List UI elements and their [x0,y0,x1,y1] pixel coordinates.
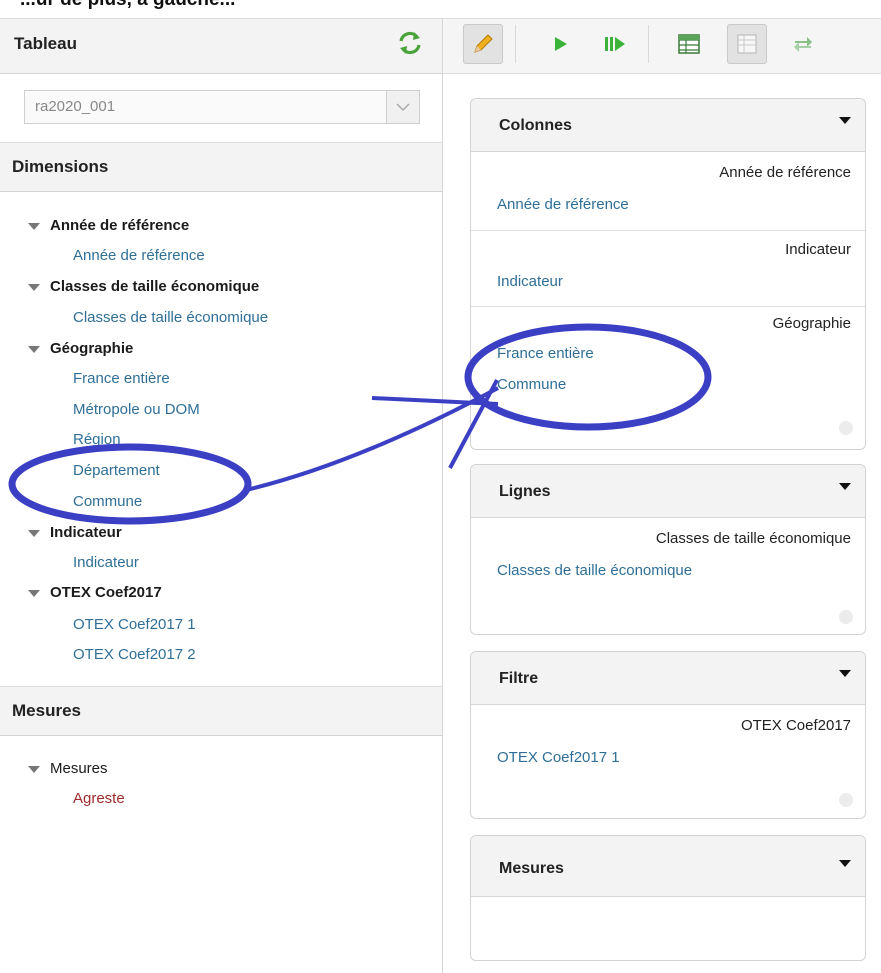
tree-group-label: Indicateur [50,524,122,541]
zone-item[interactable]: Année de référence Année de référence [471,152,865,231]
zone-header: Mesures [471,836,865,897]
spreadsheet-icon[interactable] [727,24,767,64]
zone-item-dimension: OTEX Coef2017 [740,717,851,734]
caret-down-icon[interactable] [839,117,851,124]
tree-group-annee[interactable]: Année de référence [28,217,189,234]
pencil-icon[interactable] [463,24,503,64]
zone-item-member[interactable]: Classes de taille économique [497,562,692,579]
zone-item[interactable]: Classes de taille économique Classes de … [471,518,865,634]
zone-colonnes[interactable]: Colonnes Année de référence Année de réf… [470,98,866,450]
tree-group-label: Géographie [50,340,134,357]
zone-item-member[interactable]: Année de référence [497,196,629,213]
tree-member[interactable]: Commune [73,493,142,510]
dimensions-header: Dimensions [0,142,442,192]
zone-item-member[interactable]: Indicateur [497,273,563,290]
table-icon[interactable] [669,24,709,64]
zone-lignes[interactable]: Lignes Classes de taille économique Clas… [470,464,866,635]
play-icon[interactable] [541,24,581,64]
tree-group-label: Mesures [50,760,108,777]
cropped-heading: ...ur de plus, a gauche... [20,0,235,11]
tree-group-classes[interactable]: Classes de taille économique [28,278,259,295]
toolbar [443,18,881,74]
tree-group-label: Classes de taille économique [50,278,260,295]
measure-member[interactable]: Agreste [73,790,125,807]
dimensions-label: Dimensions [12,157,109,176]
swap-icon[interactable] [783,24,823,64]
zone-filtre[interactable]: Filtre OTEX Coef2017 OTEX Coef2017 1 [470,651,866,819]
refresh-icon[interactable] [396,29,424,57]
zone-item-member[interactable]: OTEX Coef2017 1 [497,749,620,766]
tree-group-mesures[interactable]: Mesures [28,760,108,777]
caret-down-icon [28,222,40,230]
tree-group-label: OTEX Coef2017 [50,584,162,601]
tree-group-label: Année de référence [50,217,190,234]
zone-item[interactable]: OTEX Coef2017 OTEX Coef2017 1 [471,705,865,818]
chevron-down-icon[interactable] [386,91,419,123]
tree-member[interactable]: France entière [73,370,170,387]
caret-down-icon [28,283,40,291]
tree-member[interactable]: Classes de taille économique [73,309,268,326]
caret-down-icon [28,345,40,353]
zone-item-dimension: Classes de taille économique [655,530,851,547]
zone-item-dimension: Géographie [772,315,851,332]
zone-item-dimension: Indicateur [785,241,851,258]
tree-member[interactable]: Département [73,462,160,479]
zone-item[interactable]: Indicateur Indicateur [471,231,865,307]
tree-member[interactable]: OTEX Coef2017 1 [73,616,196,633]
cube-select[interactable]: ra2020_001 [24,90,420,124]
zone-title: Lignes [499,483,551,500]
zone-header: Lignes [471,465,865,518]
tree-member[interactable]: Région [73,431,121,448]
zone-title: Filtre [499,670,539,687]
tree-member[interactable]: Année de référence [73,247,205,264]
remove-icon[interactable] [839,610,853,624]
tableau-header: Tableau [0,18,442,74]
tree-group-otex[interactable]: OTEX Coef2017 [28,584,162,601]
fast-forward-icon[interactable] [595,24,635,64]
tree-member[interactable]: Indicateur [73,554,139,571]
caret-down-icon[interactable] [839,860,851,867]
zone-header: Colonnes [471,99,865,152]
cube-select-value: ra2020_001 [35,98,116,115]
caret-down-icon [28,765,40,773]
tree-group-indicateur[interactable]: Indicateur [28,524,122,541]
tree-member[interactable]: OTEX Coef2017 2 [73,646,196,663]
zone-item-member[interactable]: Commune [497,376,566,393]
mesures-header: Mesures [0,686,442,736]
zone-item[interactable]: Géographie France entière Commune [471,307,865,449]
mesures-label: Mesures [12,701,81,720]
zone-item-member[interactable]: France entière [497,345,594,362]
zone-item-dimension: Année de référence [719,164,851,181]
caret-down-icon [28,589,40,597]
remove-icon[interactable] [839,421,853,435]
caret-down-icon[interactable] [839,670,851,677]
tree-group-geographie[interactable]: Géographie [28,340,133,357]
tableau-label: Tableau [14,34,77,53]
zone-title: Colonnes [499,117,572,134]
zone-title: Mesures [499,860,564,877]
zone-header: Filtre [471,652,865,705]
caret-down-icon[interactable] [839,483,851,490]
tree-member[interactable]: Métropole ou DOM [73,401,200,418]
zone-mesures[interactable]: Mesures [470,835,866,961]
caret-down-icon [28,529,40,537]
left-panel: Tableau ra2020_001 Dimensions Année de r… [0,18,443,973]
remove-icon[interactable] [839,793,853,807]
